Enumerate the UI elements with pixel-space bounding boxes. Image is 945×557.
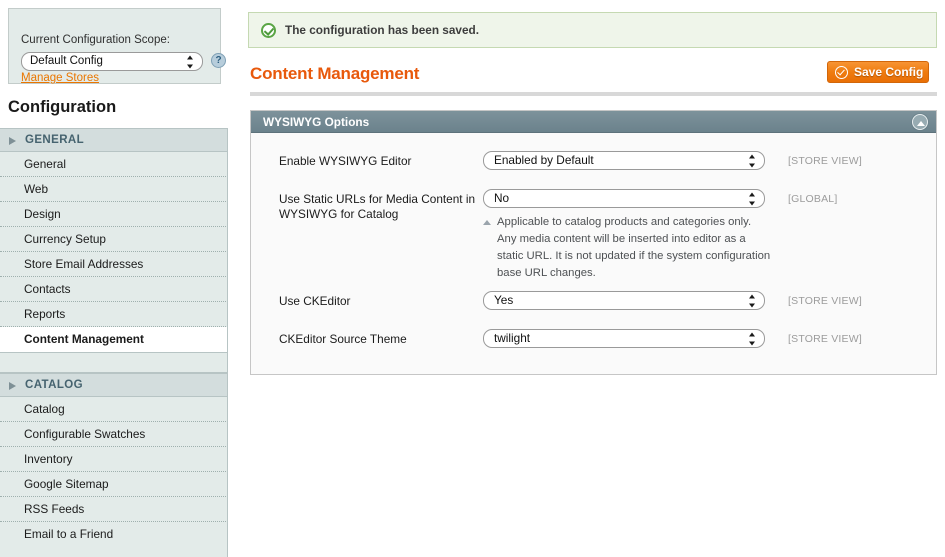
field-label-use-ckeditor: Use CKEditor: [279, 294, 351, 308]
sidebar-item-currency-setup[interactable]: Currency Setup: [0, 227, 228, 252]
field-row-ckeditor-source-theme: CKEditor Source Theme twilight [STORE VI…: [251, 329, 936, 358]
sidebar-item-store-email-addresses[interactable]: Store Email Addresses: [0, 252, 228, 277]
row-spacer: [251, 320, 936, 329]
ckeditor-source-theme-select[interactable]: twilight: [483, 329, 765, 348]
scope-label: Current Configuration Scope:: [21, 34, 170, 46]
sidebar-item-content-management[interactable]: Content Management: [0, 327, 228, 352]
sidebar-item-catalog[interactable]: Catalog: [0, 397, 228, 422]
field-scope-ckeditor-source-theme: [STORE VIEW]: [788, 333, 862, 345]
sidebar-item-general[interactable]: General: [0, 152, 228, 177]
sidebar-item-reports[interactable]: Reports: [0, 302, 228, 327]
nav-list-catalog: Catalog Configurable Swatches Inventory …: [0, 397, 228, 547]
manage-stores-link[interactable]: Manage Stores: [21, 72, 99, 84]
field-control-enable-wysiwyg-editor: Enabled by Default: [483, 151, 778, 170]
enable-wysiwyg-editor-select[interactable]: Enabled by Default: [483, 151, 765, 170]
save-config-button[interactable]: Save Config: [827, 61, 929, 83]
field-hint-use-static-urls: Applicable to catalog products and categ…: [483, 214, 771, 282]
sidebar-item-google-sitemap[interactable]: Google Sitemap: [0, 472, 228, 497]
chevron-updown-icon: [748, 294, 755, 307]
chevron-updown-icon: [748, 332, 755, 345]
row-spacer: [251, 180, 936, 189]
field-row-use-ckeditor: Use CKEditor Yes [STORE VIEW]: [251, 291, 936, 320]
success-message: The configuration has been saved.: [248, 12, 937, 48]
collapse-up-icon[interactable]: [912, 114, 928, 130]
sidebar-item-rss-feeds[interactable]: RSS Feeds: [0, 497, 228, 522]
field-row-enable-wysiwyg-editor: Enable WYSIWYG Editor Enabled by Default…: [251, 151, 936, 180]
help-icon[interactable]: ?: [211, 53, 226, 68]
nav-section-general-label: GENERAL: [25, 134, 85, 146]
nav-section-general[interactable]: GENERAL: [0, 128, 228, 152]
admin-configuration-page: Current Configuration Scope: Default Con…: [0, 0, 945, 557]
triangle-up-icon: [483, 220, 491, 225]
check-circle-icon: [835, 65, 848, 79]
field-label-ckeditor-source-theme: CKEditor Source Theme: [279, 332, 407, 346]
chevron-updown-icon: [748, 192, 755, 205]
nav-section-catalog-label: CATALOG: [25, 379, 83, 391]
use-static-urls-select[interactable]: No: [483, 189, 765, 208]
field-row-use-static-urls: Use Static URLs for Media Content in WYS…: [251, 189, 936, 282]
field-control-use-ckeditor: Yes: [483, 291, 778, 310]
page-title-configuration: Configuration: [8, 98, 117, 116]
nav-section-catalog[interactable]: CATALOG: [0, 373, 228, 397]
sidebar-item-inventory[interactable]: Inventory: [0, 447, 228, 472]
field-scope-use-static-urls: [GLOBAL]: [788, 193, 838, 205]
field-scope-use-ckeditor: [STORE VIEW]: [788, 295, 862, 307]
wysiwyg-options-panel: WYSIWYG Options Enable WYSIWYG Editor En…: [250, 110, 937, 375]
page-title: Content Management: [250, 64, 420, 83]
nav-bottom-filler: [0, 547, 228, 557]
wysiwyg-options-body: Enable WYSIWYG Editor Enabled by Default…: [251, 133, 936, 374]
chevron-updown-icon: [186, 55, 193, 68]
wysiwyg-options-header[interactable]: WYSIWYG Options: [251, 111, 936, 133]
main-content: The configuration has been saved. Conten…: [240, 0, 945, 557]
scope-select-value: Default Config: [30, 55, 103, 67]
configuration-nav: GENERAL General Web Design Currency Setu…: [0, 128, 228, 557]
field-label-use-static-urls: Use Static URLs for Media Content in WYS…: [279, 192, 476, 221]
check-circle-icon: [261, 22, 276, 38]
sidebar-item-email-to-a-friend[interactable]: Email to a Friend: [0, 522, 228, 547]
sidebar-item-contacts[interactable]: Contacts: [0, 277, 228, 302]
ckeditor-source-theme-value: twilight: [494, 331, 531, 345]
sidebar-item-design[interactable]: Design: [0, 202, 228, 227]
chevron-updown-icon: [748, 154, 755, 167]
row-spacer: [251, 282, 936, 291]
triangle-right-icon: [9, 137, 16, 145]
use-ckeditor-value: Yes: [494, 293, 514, 307]
left-sidebar: Current Configuration Scope: Default Con…: [0, 0, 228, 557]
field-hint-text: Applicable to catalog products and categ…: [497, 216, 771, 279]
wysiwyg-options-title: WYSIWYG Options: [263, 115, 370, 129]
use-static-urls-value: No: [494, 191, 510, 205]
field-label-enable-wysiwyg-editor: Enable WYSIWYG Editor: [279, 154, 412, 168]
field-control-use-static-urls: No Applicable to catalog products and ca…: [483, 189, 778, 282]
scope-select[interactable]: Default Config: [21, 52, 203, 71]
nav-list-general: General Web Design Currency Setup Store …: [0, 152, 228, 352]
sidebar-item-web[interactable]: Web: [0, 177, 228, 202]
configuration-scope-box: Current Configuration Scope: Default Con…: [8, 8, 226, 84]
sidebar-item-configurable-swatches[interactable]: Configurable Swatches: [0, 422, 228, 447]
use-ckeditor-select[interactable]: Yes: [483, 291, 765, 310]
field-control-ckeditor-source-theme: twilight: [483, 329, 778, 348]
save-config-label: Save Config: [854, 65, 924, 79]
triangle-right-icon: [9, 382, 16, 390]
success-message-text: The configuration has been saved.: [285, 23, 480, 37]
sidebar-divider: [227, 128, 228, 557]
field-scope-enable-wysiwyg-editor: [STORE VIEW]: [788, 155, 862, 167]
enable-wysiwyg-editor-value: Enabled by Default: [494, 153, 594, 167]
title-divider: [250, 92, 937, 96]
nav-spacer: [0, 352, 228, 373]
